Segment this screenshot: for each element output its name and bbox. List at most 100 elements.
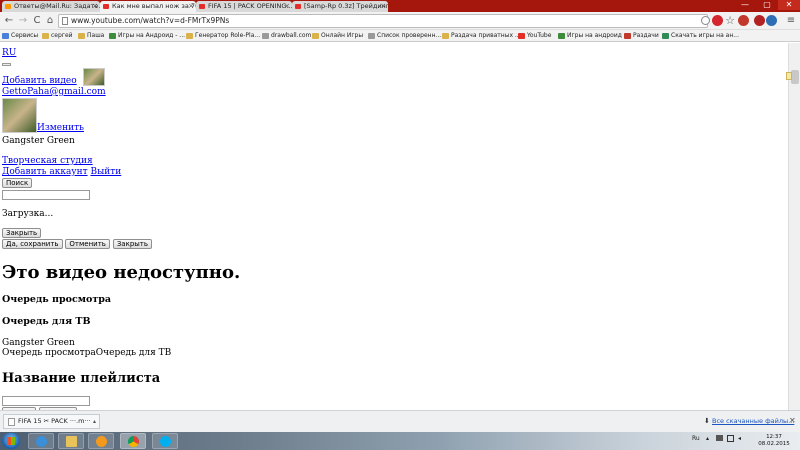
queue-labels: Очередь просмотраОчередь для ТВ: [2, 348, 172, 358]
volume-icon[interactable]: ◂: [738, 435, 741, 442]
language-link[interactable]: RU: [2, 48, 16, 58]
folder-icon: [42, 33, 49, 39]
system-clock[interactable]: 12:37 08.02.2015: [752, 434, 796, 448]
folder-icon: [442, 33, 449, 39]
cancel-button[interactable]: Отменить: [65, 239, 110, 249]
file-icon: [8, 418, 15, 426]
account-email-link[interactable]: GettoPaha@gmail.com: [2, 87, 106, 97]
taskbar-app-explorer[interactable]: [58, 433, 84, 449]
page-scrollbar[interactable]: [788, 43, 800, 410]
search-icon[interactable]: [701, 16, 710, 25]
language-indicator[interactable]: Ru: [692, 435, 700, 442]
profile-row: Изменить: [2, 98, 84, 133]
close-icon[interactable]: ×: [92, 1, 98, 12]
bookmark-label: Паша: [87, 32, 105, 39]
bookmark-pasha[interactable]: Паша: [78, 30, 104, 42]
bookmark-android-games[interactable]: Игры на Андроид - ...: [109, 30, 185, 42]
close-window-button[interactable]: ✕: [778, 0, 800, 10]
flag-icon[interactable]: [716, 435, 723, 441]
address-bar[interactable]: www.youtube.com/watch?v=d-FMrTx9PNs: [58, 14, 708, 28]
bookmark-label: drawball.com: [271, 32, 312, 39]
video-unavailable-heading: Это видео недоступно.: [2, 262, 241, 283]
close-icon[interactable]: ×: [380, 1, 386, 12]
logout-link[interactable]: Выйти: [90, 167, 121, 177]
bookmark-sergey[interactable]: сергей: [42, 30, 73, 42]
taskbar-app-ie[interactable]: [28, 433, 54, 449]
extension-icon[interactable]: [766, 15, 777, 26]
masthead-toggle-button[interactable]: [2, 63, 11, 66]
bookmark-youtube[interactable]: YouTube: [518, 30, 551, 42]
home-button[interactable]: ⌂: [44, 15, 56, 27]
playlist-name-input[interactable]: [2, 396, 90, 406]
yes-save-button[interactable]: Да, сохранить: [2, 239, 63, 249]
user-name: Gangster Green: [2, 136, 75, 146]
internet-explorer-icon: [36, 436, 47, 447]
download-icon: ⬇: [704, 417, 710, 425]
close-icon[interactable]: ×: [188, 1, 194, 12]
bookmark-label: Список проверенн...: [377, 32, 442, 39]
taskbar-app-skype[interactable]: [152, 433, 178, 449]
bookmark-download-android-games[interactable]: Скачать игры на ан...: [662, 30, 739, 42]
android-icon: [109, 33, 116, 39]
search-button[interactable]: Поиск: [2, 178, 33, 188]
minimize-button[interactable]: —: [734, 0, 756, 10]
tab-fifa-pack[interactable]: FIFA 15 | PACK OPENING... ×: [196, 1, 292, 12]
tray-arrow-icon[interactable]: ▴: [706, 435, 709, 442]
tab-mail-answers[interactable]: Ответы@Mail.Ru: Задате... ×: [2, 1, 100, 12]
add-account-link[interactable]: Добавить аккаунт: [2, 167, 88, 177]
opera-extension-icon[interactable]: [738, 15, 749, 26]
clock-date: 08.02.2015: [758, 441, 790, 447]
taskbar-app-chrome[interactable]: [120, 433, 146, 449]
tab-youtube-knife[interactable]: Как мне выпал нож за 7(... ×: [100, 1, 196, 12]
avatar[interactable]: [82, 68, 105, 86]
network-icon[interactable]: [727, 435, 734, 442]
close-icon[interactable]: ×: [284, 1, 290, 12]
extension-icon[interactable]: [754, 15, 765, 26]
user-name-secondary: Gangster Green: [2, 338, 75, 348]
show-all-downloads-link[interactable]: ⬇ Все скачанные файлы...: [704, 417, 794, 425]
bookmark-drawball[interactable]: drawball.com: [262, 30, 311, 42]
bookmark-services[interactable]: Сервисы: [2, 30, 38, 42]
creative-studio-link[interactable]: Творческая студия: [2, 156, 93, 166]
bookmark-star-icon[interactable]: ☆: [724, 15, 736, 27]
maximize-button[interactable]: ▢: [756, 0, 778, 10]
folder-icon: [186, 33, 193, 39]
change-photo-link[interactable]: Изменить: [37, 123, 84, 133]
bookmark-online-games[interactable]: Онлайн Игры: [312, 30, 363, 42]
adblock-extension-icon[interactable]: [712, 15, 723, 26]
watch-queue-heading: Очередь просмотра: [2, 294, 112, 305]
bookmark-label: YouTube: [527, 32, 552, 39]
forward-button[interactable]: →: [17, 15, 29, 27]
bookmark-label: Сервисы: [11, 32, 39, 39]
apps-grid-icon: [2, 33, 9, 39]
close-button-2[interactable]: Закрыть: [112, 239, 152, 249]
windows-logo-icon: [7, 437, 15, 445]
chrome-menu-icon[interactable]: ≡: [785, 15, 797, 27]
bookmark-roleplay-generator[interactable]: Генератор Role-Pla...: [186, 30, 260, 42]
bookmark-verified-list[interactable]: Список проверенн...: [368, 30, 441, 42]
download-item[interactable]: FIFA 15 ✂ PACK ···.m··· ▴: [3, 414, 100, 429]
taskbar-app-media-player[interactable]: [88, 433, 114, 449]
bookmark-giveaways[interactable]: Раздачи: [624, 30, 659, 42]
tab-title: FIFA 15 | PACK OPENING...: [208, 2, 292, 10]
show-all-label: Все скачанные файлы...: [712, 417, 795, 425]
extension-sidebar-icon[interactable]: [786, 72, 792, 80]
close-button[interactable]: Закрыть: [2, 228, 42, 238]
close-downloads-button[interactable]: ✕: [789, 416, 796, 425]
search-input[interactable]: [2, 190, 90, 200]
back-button[interactable]: ←: [3, 15, 15, 27]
bookmark-label: Раздачи: [633, 32, 659, 39]
bookmark-private-giveaway[interactable]: Раздача приватных ...: [442, 30, 521, 42]
start-button[interactable]: [2, 433, 20, 449]
search-row: Поиск: [2, 178, 33, 189]
close-row: Закрыть: [2, 228, 42, 239]
profile-avatar[interactable]: [2, 98, 37, 133]
add-video-link[interactable]: Добавить видео: [2, 76, 77, 86]
reload-button[interactable]: C: [31, 15, 43, 27]
bookmark-android-games-2[interactable]: Игры на андроид: [558, 30, 622, 42]
chevron-up-icon[interactable]: ▴: [93, 415, 96, 428]
tab-samp-trading[interactable]: [Samp-Rp 0.3z] Трейдинг... ×: [292, 1, 388, 12]
youtube-icon: [518, 33, 525, 39]
bookmark-label: Игры на андроид: [567, 32, 622, 39]
scrollbar-thumb[interactable]: [791, 70, 799, 84]
